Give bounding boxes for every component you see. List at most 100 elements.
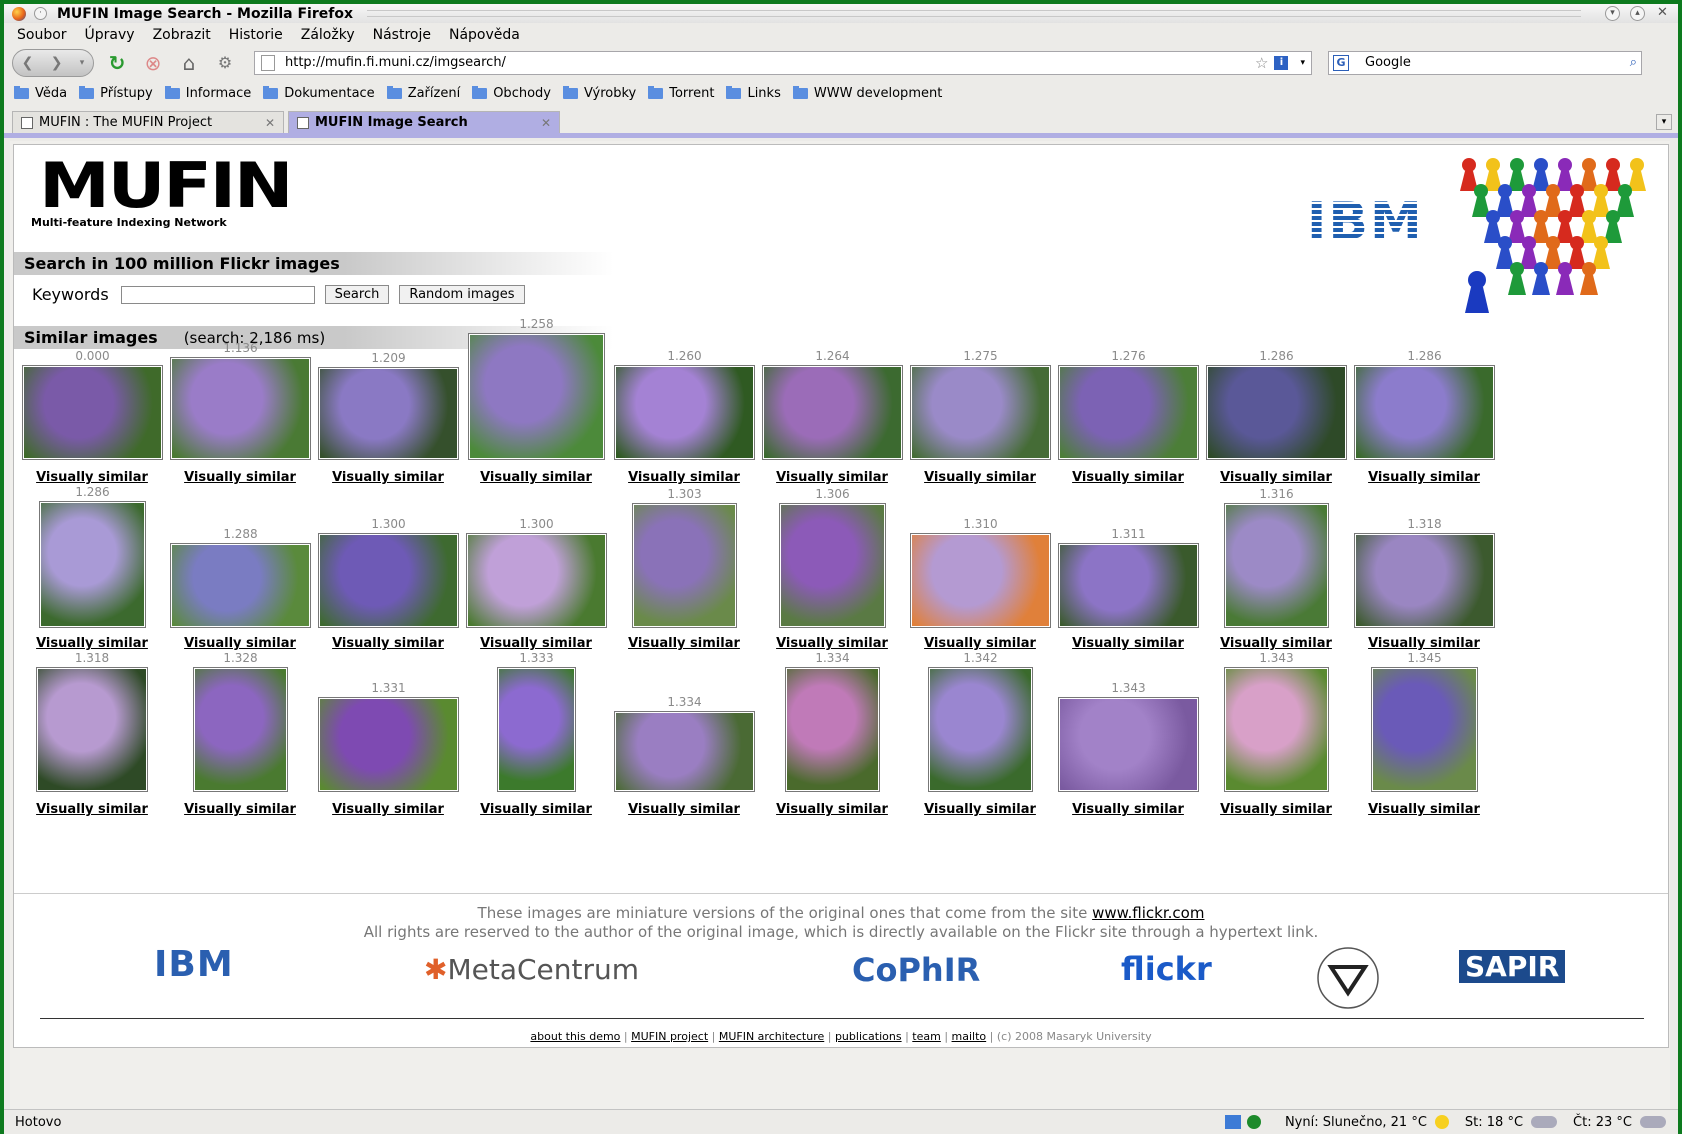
bookmark-folder[interactable]: Dokumentace bbox=[263, 85, 375, 101]
ibm-logo[interactable]: IBM bbox=[1307, 192, 1424, 252]
result-thumbnail[interactable] bbox=[466, 533, 607, 628]
result-thumbnail[interactable] bbox=[910, 533, 1051, 628]
visually-similar-link[interactable]: Visually similar bbox=[17, 636, 167, 651]
result-thumbnail[interactable] bbox=[170, 357, 311, 460]
weather-now[interactable]: Nyní: Slunečno, 21 °C bbox=[1285, 1115, 1449, 1130]
extension-icon[interactable] bbox=[1224, 1115, 1241, 1129]
url-dropdown-icon[interactable]: ▾ bbox=[1300, 58, 1305, 68]
menu-napoveda[interactable]: Nápověda bbox=[449, 27, 520, 43]
visually-similar-link[interactable]: Visually similar bbox=[461, 802, 611, 817]
weather-wednesday[interactable]: St: 18 °C bbox=[1465, 1115, 1558, 1130]
visually-similar-link[interactable]: Visually similar bbox=[757, 636, 907, 651]
bookmark-folder[interactable]: Věda bbox=[14, 85, 67, 101]
search-button[interactable]: Search bbox=[324, 285, 390, 304]
visually-similar-link[interactable]: Visually similar bbox=[165, 470, 315, 485]
result-thumbnail[interactable] bbox=[318, 367, 459, 460]
cophir-logo[interactable]: CoPhIR bbox=[852, 951, 980, 989]
visually-similar-link[interactable]: Visually similar bbox=[609, 636, 759, 651]
result-thumbnail[interactable] bbox=[193, 667, 288, 792]
search-bar[interactable]: G Google ⌕ bbox=[1328, 50, 1642, 75]
result-thumbnail[interactable] bbox=[1058, 543, 1199, 628]
bookmark-folder[interactable]: WWW development bbox=[792, 85, 942, 101]
result-thumbnail[interactable] bbox=[1354, 365, 1495, 460]
visually-similar-link[interactable]: Visually similar bbox=[1053, 470, 1203, 485]
menu-soubor[interactable]: Soubor bbox=[17, 27, 67, 43]
visually-similar-link[interactable]: Visually similar bbox=[1201, 636, 1351, 651]
bookmark-folder[interactable]: Výrobky bbox=[562, 85, 636, 101]
url-text[interactable]: http://mufin.fi.muni.cz/imgsearch/ bbox=[285, 55, 1255, 70]
bookmark-folder[interactable]: Torrent bbox=[648, 85, 714, 101]
menu-historie[interactable]: Historie bbox=[229, 27, 283, 43]
bookmark-folder[interactable]: Links bbox=[726, 85, 781, 101]
plugin-icon[interactable]: ⚙ bbox=[212, 50, 238, 76]
tab-mufin-image-search[interactable]: MUFIN Image Search ✕ bbox=[288, 111, 560, 133]
menu-upravy[interactable]: Úpravy bbox=[85, 27, 135, 43]
history-dropdown-icon[interactable]: ▾ bbox=[80, 58, 85, 68]
sapir-logo[interactable]: SAPIR bbox=[1459, 950, 1566, 983]
search-engine-value[interactable]: Google bbox=[1365, 55, 1630, 70]
random-images-button[interactable]: Random images bbox=[399, 285, 525, 304]
close-icon[interactable]: ✕ bbox=[1655, 6, 1670, 21]
stop-icon[interactable]: ⊗ bbox=[140, 50, 166, 76]
google-icon[interactable]: G bbox=[1333, 54, 1349, 71]
result-thumbnail[interactable] bbox=[468, 333, 605, 460]
visually-similar-link[interactable]: Visually similar bbox=[905, 636, 1055, 651]
visually-similar-link[interactable]: Visually similar bbox=[905, 802, 1055, 817]
result-thumbnail[interactable] bbox=[1354, 533, 1495, 628]
result-thumbnail[interactable] bbox=[1206, 365, 1347, 460]
visually-similar-link[interactable]: Visually similar bbox=[17, 470, 167, 485]
result-thumbnail[interactable] bbox=[614, 365, 755, 460]
result-thumbnail[interactable] bbox=[170, 543, 311, 628]
visually-similar-link[interactable]: Visually similar bbox=[165, 636, 315, 651]
weather-thursday[interactable]: Čt: 23 °C bbox=[1573, 1115, 1666, 1130]
result-thumbnail[interactable] bbox=[1058, 365, 1199, 460]
tab-close-icon[interactable]: ✕ bbox=[265, 116, 275, 130]
mailto-link[interactable]: mailto bbox=[952, 1030, 987, 1043]
bookmark-folder[interactable]: Informace bbox=[164, 85, 251, 101]
visually-similar-link[interactable]: Visually similar bbox=[313, 802, 463, 817]
result-thumbnail[interactable] bbox=[785, 667, 880, 792]
mufin-architecture-link[interactable]: MUFIN architecture bbox=[719, 1030, 824, 1043]
result-thumbnail[interactable] bbox=[318, 697, 459, 792]
visually-similar-link[interactable]: Visually similar bbox=[757, 470, 907, 485]
globe-icon[interactable] bbox=[1246, 1115, 1261, 1129]
metacentrum-logo[interactable]: ✱MetaCentrum bbox=[424, 953, 639, 986]
publications-link[interactable]: publications bbox=[835, 1030, 902, 1043]
visually-similar-link[interactable]: Visually similar bbox=[461, 636, 611, 651]
visually-similar-link[interactable]: Visually similar bbox=[313, 470, 463, 485]
visually-similar-link[interactable]: Visually similar bbox=[609, 470, 759, 485]
visually-similar-link[interactable]: Visually similar bbox=[1053, 802, 1203, 817]
about-demo-link[interactable]: about this demo bbox=[530, 1030, 620, 1043]
result-thumbnail[interactable] bbox=[39, 501, 146, 628]
result-thumbnail[interactable] bbox=[1371, 667, 1478, 792]
menu-zalozky[interactable]: Záložky bbox=[301, 27, 355, 43]
tab-mufin-project[interactable]: MUFIN : The MUFIN Project ✕ bbox=[12, 111, 284, 133]
visually-similar-link[interactable]: Visually similar bbox=[165, 802, 315, 817]
back-forward-buttons[interactable]: ❮ ❯ ▾ bbox=[12, 48, 94, 77]
bookmark-star-icon[interactable]: ☆ bbox=[1255, 54, 1268, 72]
reload-icon[interactable]: ↻ bbox=[104, 50, 130, 76]
result-thumbnail[interactable] bbox=[497, 667, 576, 792]
bookmark-folder[interactable]: Přístupy bbox=[79, 85, 153, 101]
info-icon[interactable]: i bbox=[1274, 55, 1289, 70]
visually-similar-link[interactable]: Visually similar bbox=[17, 802, 167, 817]
result-thumbnail[interactable] bbox=[1224, 667, 1329, 792]
result-thumbnail[interactable] bbox=[928, 667, 1033, 792]
result-thumbnail[interactable] bbox=[614, 711, 755, 792]
result-thumbnail[interactable] bbox=[318, 533, 459, 628]
tab-close-icon[interactable]: ✕ bbox=[541, 116, 551, 130]
back-arrow-icon[interactable]: ❮ bbox=[22, 55, 34, 71]
maximize-icon[interactable]: ▴ bbox=[1630, 6, 1645, 21]
visually-similar-link[interactable]: Visually similar bbox=[1349, 636, 1499, 651]
flickr-logo[interactable]: flickr bbox=[1121, 950, 1212, 988]
result-thumbnail[interactable] bbox=[1224, 503, 1329, 628]
visually-similar-link[interactable]: Visually similar bbox=[1201, 470, 1351, 485]
result-thumbnail[interactable] bbox=[36, 667, 148, 792]
team-link[interactable]: team bbox=[912, 1030, 941, 1043]
result-thumbnail[interactable] bbox=[1058, 697, 1199, 792]
result-thumbnail[interactable] bbox=[779, 503, 886, 628]
visually-similar-link[interactable]: Visually similar bbox=[905, 470, 1055, 485]
url-bar[interactable]: http://mufin.fi.muni.cz/imgsearch/ ☆ i ▾ bbox=[254, 50, 1312, 75]
result-thumbnail[interactable] bbox=[762, 365, 903, 460]
university-seal-icon[interactable] bbox=[1315, 945, 1381, 1015]
